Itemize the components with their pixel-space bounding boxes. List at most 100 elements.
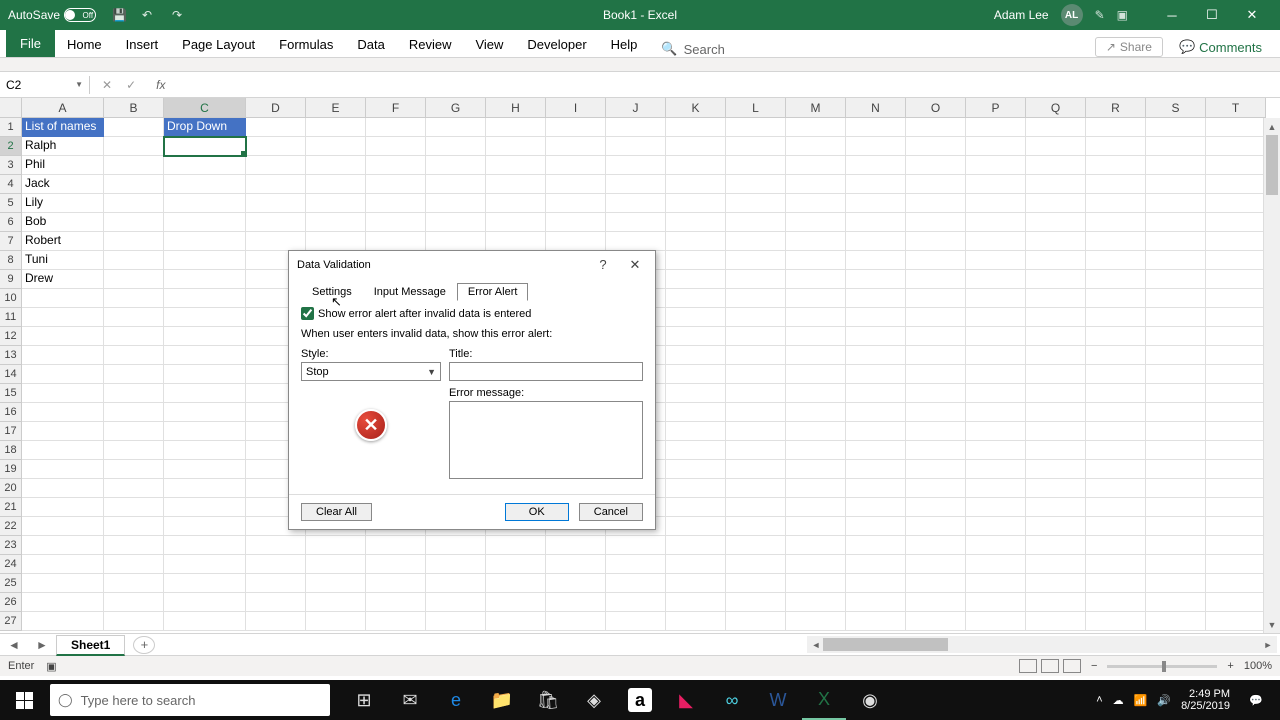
zoom-level[interactable]: 100%	[1244, 660, 1272, 672]
cell[interactable]	[426, 175, 486, 194]
cell[interactable]	[22, 327, 104, 346]
cell[interactable]	[1026, 270, 1086, 289]
column-header-j[interactable]: J	[606, 98, 666, 118]
cell[interactable]	[966, 156, 1026, 175]
cell[interactable]	[1146, 118, 1206, 137]
cell[interactable]	[306, 536, 366, 555]
cell[interactable]	[1026, 365, 1086, 384]
cell[interactable]	[104, 118, 164, 137]
cell[interactable]	[786, 479, 846, 498]
cell[interactable]	[906, 156, 966, 175]
cell[interactable]	[1206, 365, 1266, 384]
cell[interactable]	[164, 517, 246, 536]
cell[interactable]	[786, 574, 846, 593]
cell[interactable]	[846, 118, 906, 137]
cell[interactable]	[666, 118, 726, 137]
cell[interactable]	[366, 213, 426, 232]
cell[interactable]	[966, 213, 1026, 232]
cell[interactable]	[1086, 194, 1146, 213]
next-sheet-icon[interactable]: ►	[36, 638, 48, 652]
column-header-e[interactable]: E	[306, 98, 366, 118]
cell[interactable]	[906, 422, 966, 441]
cell[interactable]	[1146, 555, 1206, 574]
column-header-h[interactable]: H	[486, 98, 546, 118]
cell[interactable]: Tuni	[22, 251, 104, 270]
cell[interactable]	[1086, 517, 1146, 536]
cell[interactable]	[846, 460, 906, 479]
cell[interactable]	[486, 612, 546, 631]
cell[interactable]	[666, 327, 726, 346]
cell[interactable]	[104, 460, 164, 479]
cell[interactable]	[786, 536, 846, 555]
cell[interactable]	[164, 422, 246, 441]
cell[interactable]	[104, 232, 164, 251]
cell[interactable]	[1146, 308, 1206, 327]
network-icon[interactable]: 📶	[1134, 694, 1148, 707]
cell[interactable]	[164, 270, 246, 289]
cell[interactable]	[1026, 422, 1086, 441]
cell[interactable]	[546, 593, 606, 612]
cell[interactable]	[426, 156, 486, 175]
cell[interactable]	[1026, 384, 1086, 403]
close-button[interactable]: ✕	[1232, 0, 1272, 30]
cell[interactable]	[546, 118, 606, 137]
cell[interactable]	[666, 156, 726, 175]
cell[interactable]	[666, 346, 726, 365]
tab-file[interactable]: File	[6, 30, 55, 57]
macro-record-icon[interactable]: ▣	[46, 660, 56, 673]
page-break-view-icon[interactable]	[1063, 659, 1081, 673]
tab-review[interactable]: Review	[397, 32, 464, 57]
cell[interactable]	[164, 289, 246, 308]
cell[interactable]	[104, 593, 164, 612]
cell[interactable]	[1086, 251, 1146, 270]
cell[interactable]	[426, 612, 486, 631]
column-header-i[interactable]: I	[546, 98, 606, 118]
cell[interactable]	[906, 327, 966, 346]
cell[interactable]	[426, 118, 486, 137]
cell[interactable]	[966, 365, 1026, 384]
cell[interactable]	[1086, 479, 1146, 498]
cell[interactable]	[966, 422, 1026, 441]
cell[interactable]: Drew	[22, 270, 104, 289]
file-explorer-icon[interactable]: 📁	[480, 680, 524, 720]
cell[interactable]	[906, 137, 966, 156]
cell[interactable]	[164, 308, 246, 327]
cell[interactable]	[1086, 536, 1146, 555]
cell[interactable]	[606, 593, 666, 612]
cell[interactable]	[164, 498, 246, 517]
cell[interactable]	[726, 118, 786, 137]
cell[interactable]	[666, 517, 726, 536]
cell[interactable]	[786, 251, 846, 270]
cancel-formula-icon[interactable]: ✕	[102, 78, 112, 92]
cell[interactable]	[726, 327, 786, 346]
cell[interactable]	[726, 270, 786, 289]
store-icon[interactable]: 🛍	[526, 680, 570, 720]
cell[interactable]	[22, 346, 104, 365]
cell[interactable]	[786, 346, 846, 365]
cell[interactable]	[104, 422, 164, 441]
cell[interactable]	[164, 194, 246, 213]
cell[interactable]	[1086, 555, 1146, 574]
cell[interactable]	[104, 175, 164, 194]
cell[interactable]	[22, 289, 104, 308]
cell[interactable]	[1026, 479, 1086, 498]
cell[interactable]	[846, 555, 906, 574]
cell[interactable]	[906, 574, 966, 593]
cell[interactable]	[1146, 194, 1206, 213]
dialog-tab-input-message[interactable]: Input Message	[363, 283, 457, 301]
cell[interactable]	[1026, 498, 1086, 517]
cell[interactable]	[306, 194, 366, 213]
style-select[interactable]: Stop ▼	[301, 362, 441, 381]
cell[interactable]	[164, 479, 246, 498]
cell[interactable]	[726, 289, 786, 308]
edge-icon[interactable]: e	[434, 680, 478, 720]
cell[interactable]	[966, 384, 1026, 403]
tab-page-layout[interactable]: Page Layout	[170, 32, 267, 57]
cell[interactable]	[164, 384, 246, 403]
cell[interactable]	[846, 498, 906, 517]
cell[interactable]	[606, 574, 666, 593]
cell[interactable]	[846, 175, 906, 194]
cell[interactable]	[846, 612, 906, 631]
cell[interactable]	[1086, 213, 1146, 232]
cell[interactable]	[22, 612, 104, 631]
